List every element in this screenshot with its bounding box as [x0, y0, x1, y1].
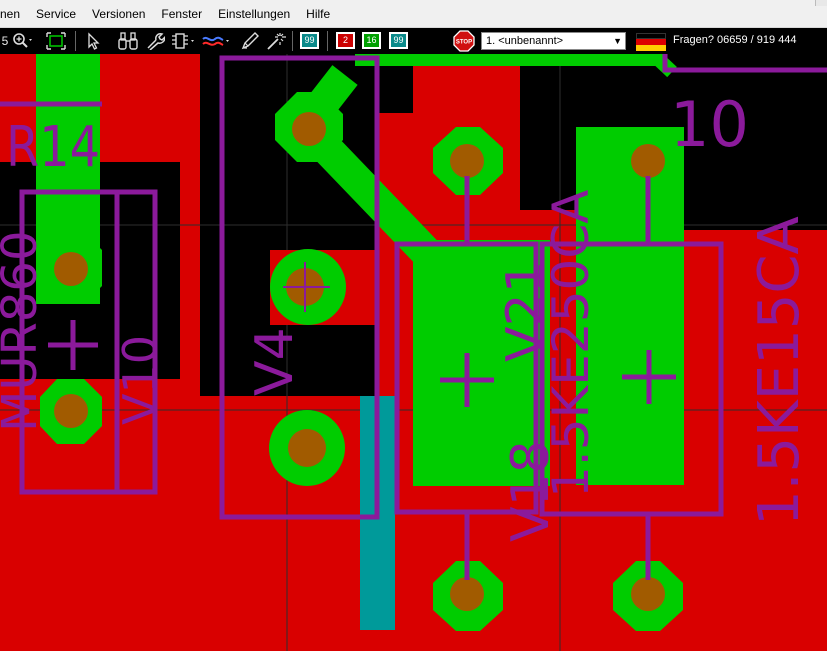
label-10: 10 — [670, 88, 749, 161]
menu-versionen[interactable]: Versionen — [84, 0, 153, 28]
stop-icon[interactable]: STOP — [453, 30, 475, 52]
pencil-icon[interactable] — [239, 31, 261, 51]
layer-badge-green[interactable]: 16 — [362, 32, 381, 49]
menu-hilfe[interactable]: Hilfe — [298, 0, 338, 28]
german-flag-icon[interactable] — [636, 33, 666, 51]
label-v4: V4 — [245, 327, 305, 396]
help-hotline-text: Fragen? 06659 / 919 444 — [673, 34, 797, 46]
zoom-level-partial: 5 — [1, 34, 9, 48]
binoculars-icon[interactable] — [116, 31, 140, 51]
pointer-icon[interactable] — [84, 31, 102, 51]
chevron-down-icon[interactable]: ▼ — [613, 33, 622, 49]
sheet-select[interactable]: 1. <unbenannt> ▼ — [481, 32, 626, 50]
toolbar-separator — [327, 31, 328, 51]
label-r14: R14 — [6, 115, 100, 180]
menu-service[interactable]: Service — [28, 0, 84, 28]
magic-wand-icon[interactable] — [264, 31, 288, 51]
component-icon[interactable] — [170, 31, 196, 51]
menu-file-partial[interactable]: nen — [0, 0, 28, 28]
pcb-canvas[interactable]: R14 10 MUR860 V10 V4 V21 V18 1.5KE250CA … — [0, 54, 827, 651]
zoom-icon[interactable] — [10, 31, 36, 51]
wrench-icon[interactable] — [144, 31, 166, 51]
window-edge — [815, 0, 827, 6]
toolbar-separator — [75, 31, 76, 51]
layer-badge-red[interactable]: 2 — [336, 32, 355, 49]
label-v10: V10 — [113, 335, 167, 425]
label-mur860: MUR860 — [0, 230, 48, 432]
layer-badge-cyan[interactable]: 99 — [300, 32, 319, 49]
toolbar-separator — [292, 31, 293, 51]
menubar: nen Service Versionen Fenster Einstellun… — [0, 0, 827, 28]
copper-trace — [355, 54, 660, 66]
route-icon[interactable] — [201, 31, 231, 51]
label-1.5ke15ca: 1.5KE15CA — [747, 216, 812, 526]
label-1.5ke250ca: 1.5KE250CA — [542, 190, 600, 498]
menu-fenster[interactable]: Fenster — [153, 0, 210, 28]
eagle-pcb-editor: nen Service Versionen Fenster Einstellun… — [0, 0, 827, 651]
sheet-select-value: 1. <unbenannt> — [486, 35, 564, 47]
zoom-fit-icon[interactable] — [44, 31, 68, 51]
layer-badge-teal[interactable]: 99 — [389, 32, 408, 49]
toolbar: 5 99 2 16 99 STOP 1. <unbenannt> ▼ Frage… — [0, 28, 827, 54]
menu-einstellungen[interactable]: Einstellungen — [210, 0, 298, 28]
svg-text:STOP: STOP — [456, 40, 472, 46]
